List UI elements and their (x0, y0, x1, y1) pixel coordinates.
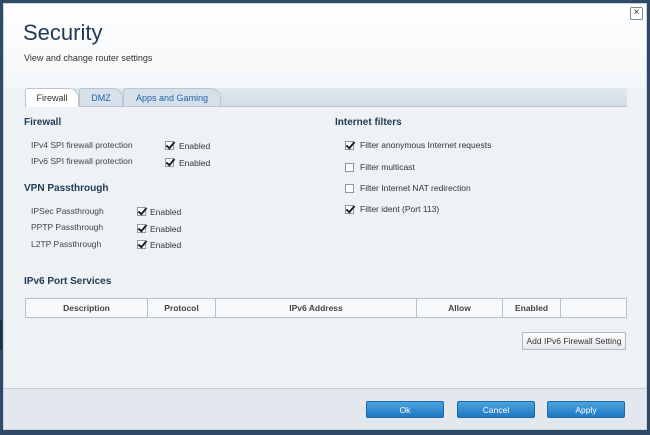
ipv4-spi-value: Enabled (179, 141, 211, 151)
tab-apps-and-gaming[interactable]: Apps and Gaming (123, 88, 221, 106)
cancel-button[interactable]: Cancel (457, 401, 535, 418)
ipsec-label: IPSec Passthrough (31, 206, 104, 216)
dialog-footer: Ok Cancel Apply (4, 388, 646, 429)
ipv4-spi-label: IPv4 SPI firewall protection (31, 140, 133, 150)
column-header-enabled[interactable]: Enabled (503, 299, 561, 317)
ipv6-spi-checkbox[interactable] (165, 158, 174, 167)
pptp-label: PPTP Passthrough (31, 222, 104, 232)
vpn-section-title: VPN Passthrough (24, 183, 109, 194)
tab-dmz[interactable]: DMZ (79, 88, 123, 106)
l2tp-label: L2TP Passthrough (31, 239, 102, 249)
pptp-checkbox[interactable] (137, 224, 146, 233)
security-dialog: × Security View and change router settin… (3, 3, 647, 430)
ipv6-port-services-table: Description Protocol IPv6 Address Allow … (25, 298, 627, 318)
background-edge (0, 320, 2, 350)
ipsec-value: Enabled (150, 207, 182, 217)
ipv6-spi-value: Enabled (179, 158, 211, 168)
ipv6-port-services-title: IPv6 Port Services (24, 276, 112, 287)
tab-bar: Firewall DMZ Apps and Gaming (25, 88, 627, 107)
l2tp-checkbox[interactable] (137, 240, 146, 249)
filter-anonymous-label: Filter anonymous Internet requests (360, 140, 492, 150)
page-title: Security (23, 20, 103, 45)
filter-anonymous-checkbox[interactable] (345, 141, 354, 150)
ipsec-checkbox[interactable] (137, 207, 146, 216)
filter-ident-label: Filter ident (Port 113) (360, 204, 440, 214)
ok-button[interactable]: Ok (366, 401, 444, 418)
column-header-description[interactable]: Description (26, 299, 148, 317)
l2tp-value: Enabled (150, 240, 182, 250)
filter-multicast-checkbox[interactable] (345, 163, 354, 172)
filter-ident-checkbox[interactable] (345, 205, 354, 214)
page-subtitle: View and change router settings (24, 53, 153, 63)
apply-button[interactable]: Apply (547, 401, 625, 418)
pptp-value: Enabled (150, 224, 182, 234)
ipv4-spi-checkbox[interactable] (165, 141, 174, 150)
column-header-ipv6-address[interactable]: IPv6 Address (216, 299, 417, 317)
filter-nat-redirection-checkbox[interactable] (345, 184, 354, 193)
filter-nat-redirection-label: Filter Internet NAT redirection (360, 183, 471, 193)
tab-firewall[interactable]: Firewall (25, 88, 79, 107)
column-header-protocol[interactable]: Protocol (148, 299, 216, 317)
filter-multicast-label: Filter multicast (360, 162, 415, 172)
column-header-actions (561, 299, 626, 317)
dialog-header: × Security View and change router settin… (4, 4, 646, 88)
column-header-allow[interactable]: Allow (417, 299, 503, 317)
close-icon[interactable]: × (630, 7, 643, 20)
ipv6-spi-label: IPv6 SPI firewall protection (31, 156, 133, 166)
firewall-section-title: Firewall (24, 117, 62, 128)
add-ipv6-firewall-setting-button[interactable]: Add IPv6 Firewall Setting (522, 332, 626, 350)
internet-filters-title: Internet filters (335, 117, 402, 128)
